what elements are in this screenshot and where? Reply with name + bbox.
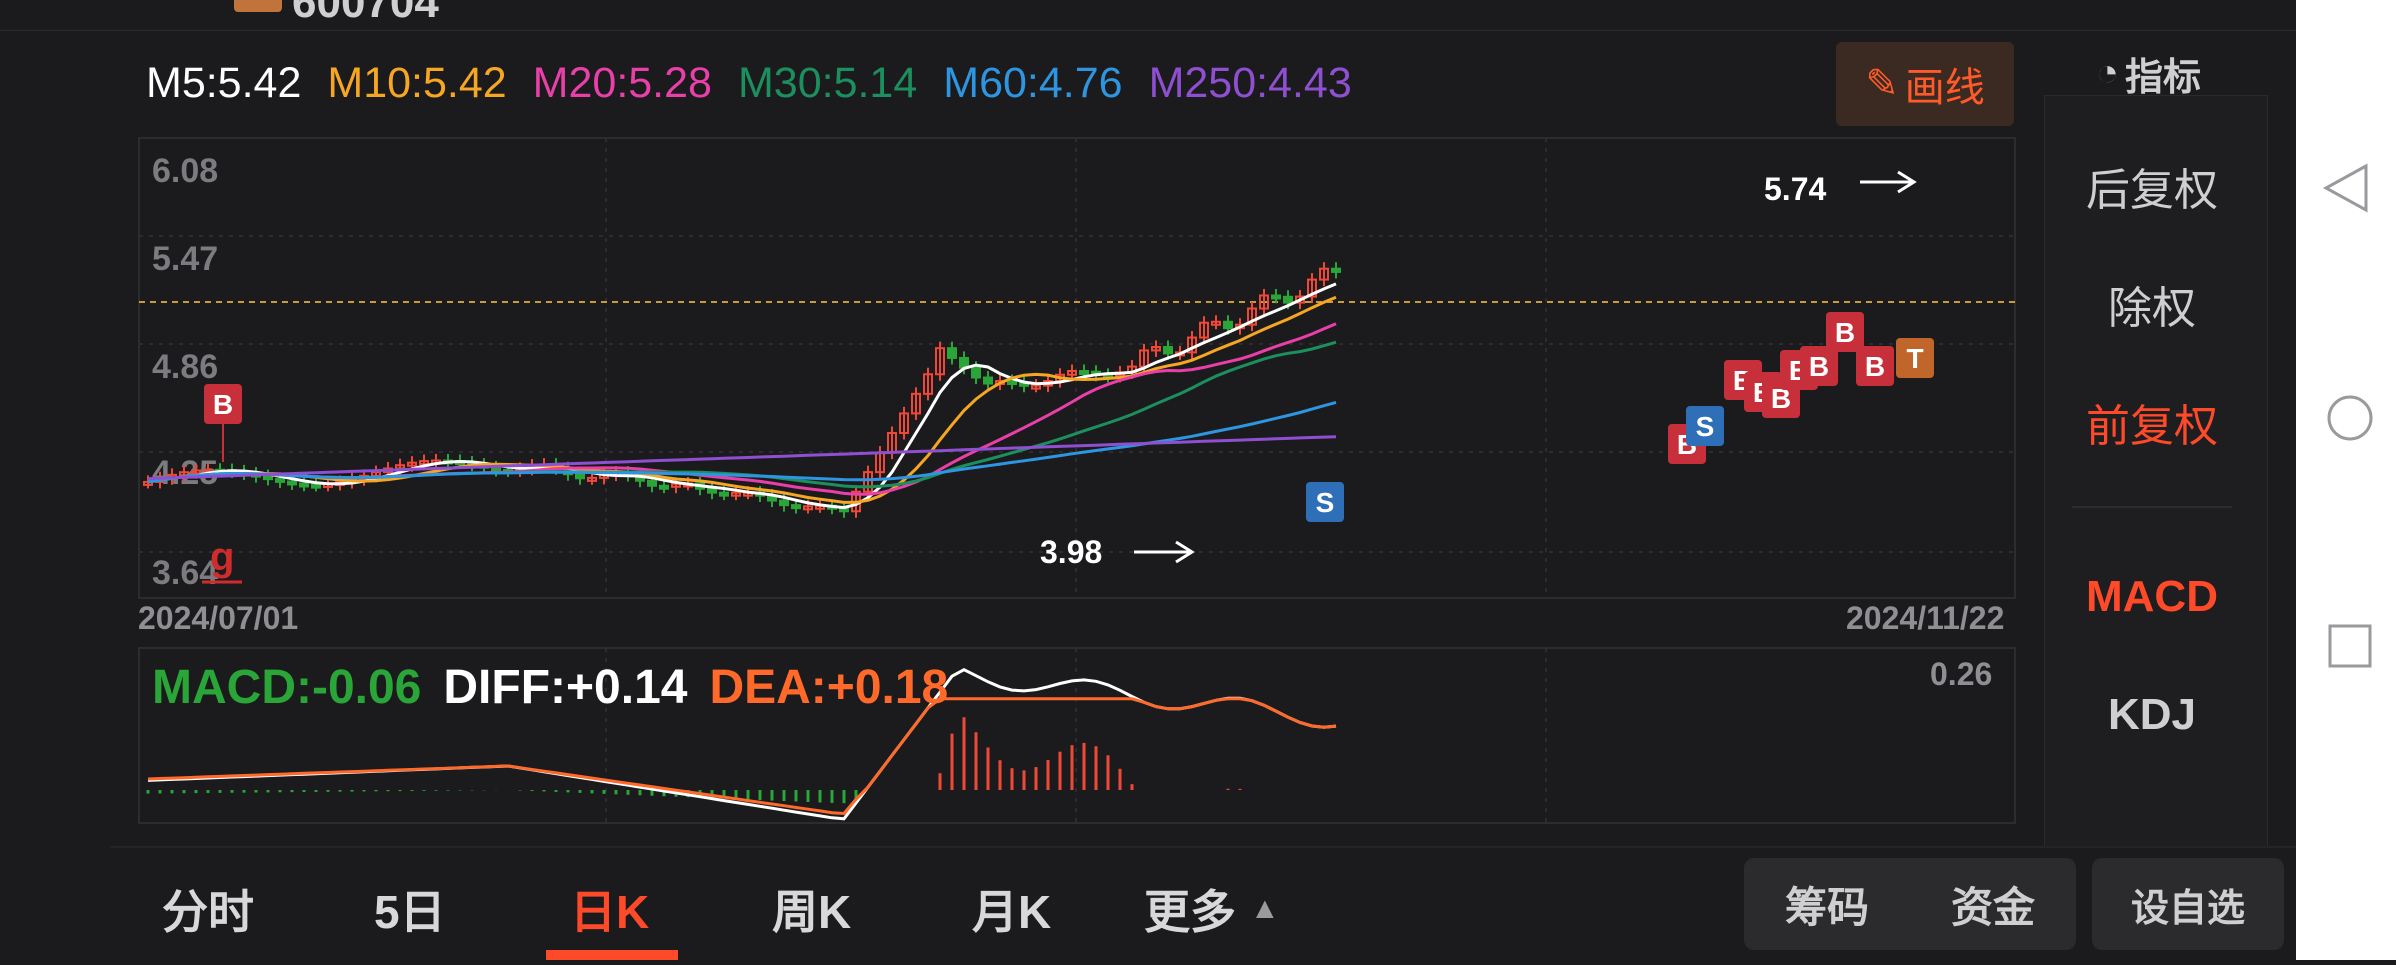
candle-body xyxy=(983,376,993,385)
tab-more-label: 更多 xyxy=(1144,886,1236,938)
candle-body xyxy=(659,484,669,490)
high-annotation: 5.74 xyxy=(1764,170,1917,207)
candle-body xyxy=(779,499,789,507)
ma-lines xyxy=(147,282,1337,510)
svg-text:S: S xyxy=(1696,411,1715,442)
ma-line xyxy=(147,435,1337,481)
low-annotation: 3.98 xyxy=(1040,534,1195,570)
macd-legend: MACD:-0.06 DIFF:+0.14 DEA:+0.18 xyxy=(152,660,948,715)
tab-weekly-k[interactable]: 周K xyxy=(772,876,851,942)
macd-value: MACD:-0.06 xyxy=(152,661,422,714)
candle-body xyxy=(1271,294,1281,300)
svg-text:S: S xyxy=(1316,487,1335,518)
chips-button[interactable]: 筹码 xyxy=(1785,874,1869,935)
marker-buy: B xyxy=(1826,312,1864,352)
recents-icon[interactable] xyxy=(2328,624,2372,668)
candle-body xyxy=(719,491,729,497)
candle-body xyxy=(1283,295,1293,304)
candle-body xyxy=(791,504,801,510)
candle-body xyxy=(287,480,297,486)
chips-funds-group: 筹码 资金 xyxy=(1744,858,2076,950)
caret-up-icon: ▲ xyxy=(1250,892,1280,925)
svg-text:B: B xyxy=(1835,317,1855,348)
marker-t: T xyxy=(1896,338,1934,378)
candle-body xyxy=(575,473,585,480)
svg-text:B: B xyxy=(1809,351,1829,382)
candle-body xyxy=(1223,320,1233,330)
candle-body xyxy=(263,475,273,481)
tab-5day[interactable]: 5日 xyxy=(374,876,446,942)
chart-red-mark-icon: g xyxy=(202,535,242,584)
tab-timeshare[interactable]: 分时 xyxy=(162,876,254,942)
candle-body xyxy=(707,487,717,494)
system-nav-icons xyxy=(2322,163,2373,668)
svg-text:g: g xyxy=(210,535,234,579)
candle-body xyxy=(971,366,981,379)
home-icon[interactable] xyxy=(2327,395,2373,441)
bottom-bar xyxy=(110,846,2296,848)
candle-body xyxy=(1007,380,1017,386)
marker-buy: B xyxy=(204,384,242,462)
add-watchlist-label: 设自选 xyxy=(2130,887,2245,930)
diff-value: DIFF:+0.14 xyxy=(443,661,688,714)
marker-sell: S xyxy=(1686,406,1724,446)
candle-body xyxy=(1079,370,1089,376)
candle-body xyxy=(299,482,309,488)
svg-text:B: B xyxy=(1865,351,1885,382)
tab-monthly-k[interactable]: 月K xyxy=(972,876,1051,942)
system-nav-bar xyxy=(2296,0,2396,960)
stock-kline-screen: 600704 M5:5.42 M10:5.42 M20:5.28 M30:5.1… xyxy=(0,0,2296,960)
funds-button[interactable]: 资金 xyxy=(1951,874,2035,935)
candle-body xyxy=(647,479,657,487)
dea-value: DEA:+0.18 xyxy=(709,661,949,714)
svg-text:T: T xyxy=(1906,343,1923,374)
active-tab-indicator xyxy=(546,950,678,960)
candle-body xyxy=(311,483,321,489)
dea-line xyxy=(147,697,1337,816)
candle-body xyxy=(1163,345,1173,355)
marker-buy: B xyxy=(1856,346,1894,386)
marker-sell: S xyxy=(1306,482,1344,522)
add-watchlist-button[interactable]: 设自选 xyxy=(2092,858,2284,950)
svg-text:B: B xyxy=(213,389,233,420)
ma-line xyxy=(147,340,1337,489)
ma-line xyxy=(147,322,1337,496)
kline-chart[interactable]: B S B S B B B B B B B T 3.98 5.74 g xyxy=(0,0,2296,960)
back-icon[interactable] xyxy=(2322,163,2368,213)
tab-more[interactable]: 更多 ▲ xyxy=(1144,876,1280,942)
macd-max-label: 0.26 xyxy=(1930,656,1993,692)
macd-histogram xyxy=(146,717,1242,804)
svg-text:3.98: 3.98 xyxy=(1040,534,1102,570)
tab-daily-k[interactable]: 日K xyxy=(570,876,649,942)
svg-text:5.74: 5.74 xyxy=(1764,171,1826,207)
candle-body xyxy=(275,477,285,483)
candle-body xyxy=(1331,267,1341,273)
candle-body xyxy=(947,347,957,359)
